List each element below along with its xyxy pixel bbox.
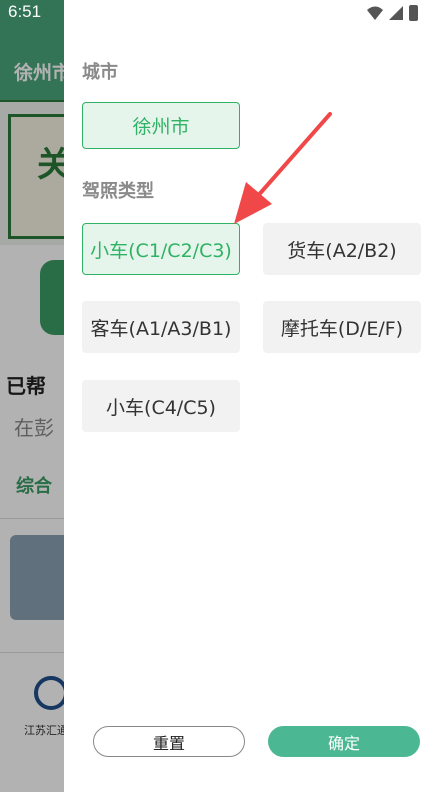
status-time: 6:51 [8,2,42,21]
battery-icon [409,5,418,21]
annotation-arrow-icon [234,112,332,224]
status-icons [367,5,418,21]
confirm-button[interactable]: 确定 [268,726,420,757]
city-section-title: 城市 [82,62,118,83]
status-bar: 6:51 [0,0,444,26]
license-option-c4-c5[interactable]: 小车(C4/C5) [82,380,240,432]
license-option-a1-a3-b1[interactable]: 客车(A1/A3/B1) [82,301,240,353]
city-option-xuzhou[interactable]: 徐州市 [82,102,240,149]
license-option-a2-b2[interactable]: 货车(A2/B2) [263,223,421,275]
license-option-d-e-f[interactable]: 摩托车(D/E/F) [263,301,421,353]
wifi-icon [367,6,383,20]
license-option-c1-c2-c3[interactable]: 小车(C1/C2/C3) [82,223,240,275]
reset-button[interactable]: 重置 [93,726,245,757]
signal-icon [389,6,403,20]
license-section-title: 驾照类型 [82,181,154,202]
